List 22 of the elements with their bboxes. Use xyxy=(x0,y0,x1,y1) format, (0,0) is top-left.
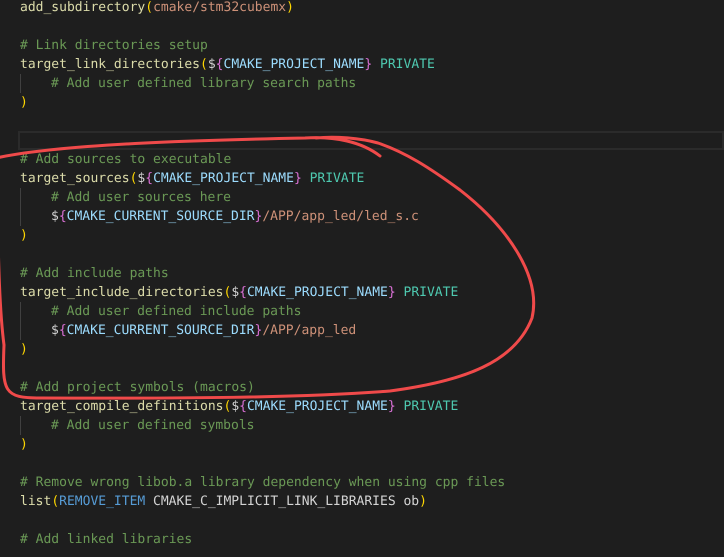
code-line: # Add linked libraries xyxy=(20,531,192,549)
code-line: ${CMAKE_CURRENT_SOURCE_DIR}/APP/app_led/led_s.c xyxy=(51,208,419,226)
code-line: # Add project symbols (macros) xyxy=(20,379,255,397)
code-line: # Remove wrong libob.a library dependency when using cpp files xyxy=(20,474,506,492)
code-line: ) xyxy=(20,94,28,112)
code-line: ) xyxy=(20,341,28,359)
code-line: target_compile_definitions(${CMAKE_PROJECT_NAME} PRIVATE xyxy=(20,398,458,416)
code-line: # Add user defined symbols xyxy=(51,417,254,435)
code-line: # Add sources to executable xyxy=(20,151,232,169)
code-line: list(REMOVE_ITEM CMAKE_C_IMPLICIT_LINK_LIBRARIES ob) xyxy=(20,493,427,511)
code-line: # Link directories setup xyxy=(20,37,208,55)
code-line: add_subdirectory(cmake/stm32cubemx) xyxy=(20,0,294,17)
code-line: # Add user defined include paths xyxy=(51,303,302,321)
code-line: target_include_directories(${CMAKE_PROJECT_NAME} PRIVATE xyxy=(20,284,458,302)
code-line: target_sources(${CMAKE_PROJECT_NAME} PRIVATE xyxy=(20,170,364,188)
code-line: ${CMAKE_CURRENT_SOURCE_DIR}/APP/app_led xyxy=(51,322,356,340)
code-line: # Add include paths xyxy=(20,265,169,283)
code-line: ) xyxy=(20,436,28,454)
code-line: # Add user defined library search paths xyxy=(51,75,356,93)
code-line: target_link_directories(${CMAKE_PROJECT_NAME} PRIVATE xyxy=(20,56,435,74)
code-line: # Add user sources here xyxy=(51,189,232,207)
code-line: ) xyxy=(20,227,28,245)
